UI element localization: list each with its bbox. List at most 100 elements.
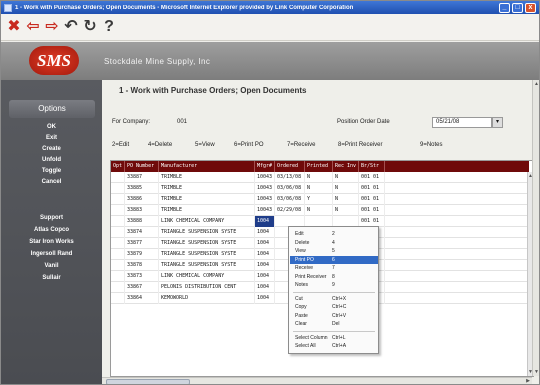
sidebar-item-toggle[interactable]: Toggle — [1, 168, 102, 174]
table-row[interactable]: 33886 TRIMBLE 10043 03/06/08 Y N 001 01 — [111, 194, 529, 205]
menu-item-cut[interactable]: Cut Ctrl+X — [290, 295, 378, 303]
cell-printed: N — [305, 205, 333, 216]
grid-header: Opt PO Number Manufacturer Mfgr# Ordered… — [111, 161, 529, 172]
close-x-icon[interactable]: ✖ — [7, 19, 21, 35]
cell-rec-inv: N — [333, 183, 359, 194]
cell-manufacturer: TRIANGLE SUSPENSION SYSTE — [159, 260, 255, 271]
cell-opt[interactable] — [111, 293, 125, 304]
context-menu: Edit 2 Delete 4 View 5 Print PO 6 Receive 7 Print … — [288, 226, 379, 354]
cell-mfgr: 1004 — [255, 282, 275, 293]
cell-po-number: 33878 — [125, 260, 159, 271]
menu-separator — [293, 330, 375, 332]
cell-manufacturer: PELONIS DISTRIBUTION CENT — [159, 282, 255, 293]
cell-mfgr: 1004 — [255, 293, 275, 304]
cell-opt[interactable] — [111, 227, 125, 238]
column-header-rec-inv[interactable]: Rec Inv — [333, 161, 359, 172]
minimize-button[interactable]: _ — [499, 2, 510, 13]
sidebar-link-star-iron-works[interactable]: Star Iron Works — [1, 239, 102, 245]
cell-opt[interactable] — [111, 271, 125, 282]
cell-printed: N — [305, 172, 333, 183]
cell-opt[interactable] — [111, 172, 125, 183]
cell-opt[interactable] — [111, 249, 125, 260]
cell-opt[interactable] — [111, 216, 125, 227]
column-header-printed[interactable]: Printed — [305, 161, 333, 172]
page-vertical-scrollbar[interactable]: ▲ ▼ — [532, 80, 539, 376]
page-scroll-down-icon[interactable]: ▼ — [534, 369, 539, 375]
close-button[interactable]: x — [525, 2, 536, 13]
cell-br-str: 001 01 — [359, 205, 385, 216]
cell-opt[interactable] — [111, 260, 125, 271]
cell-po-number: 33883 — [125, 205, 159, 216]
column-header-br-str[interactable]: Br/Str — [359, 161, 385, 172]
menu-item-receive[interactable]: Receive 7 — [290, 264, 378, 272]
forward-arrow-icon[interactable]: ⇨ — [45, 19, 59, 35]
back-arrow-icon[interactable]: ⇦ — [26, 19, 40, 35]
menu-item-copy[interactable]: Copy Ctrl+C — [290, 303, 378, 311]
cell-opt[interactable] — [111, 194, 125, 205]
sidebar-item-unfold[interactable]: Unfold — [1, 157, 102, 163]
date-dropdown-button[interactable]: ▾ — [492, 117, 503, 128]
menu-item-edit[interactable]: Edit 2 — [290, 230, 378, 238]
cell-ordered: 03/06/08 — [275, 183, 305, 194]
cell-mfgr: 10043 — [255, 172, 275, 183]
cell-ordered: 03/13/08 — [275, 172, 305, 183]
undo-icon[interactable]: ↶ — [64, 19, 78, 35]
menu-item-view[interactable]: View 5 — [290, 247, 378, 255]
cell-manufacturer: TRIMBLE — [159, 172, 255, 183]
menu-item-label: Print PO — [295, 256, 314, 263]
sidebar-link-ingersoll-rand[interactable]: Ingersoll Rand — [1, 251, 102, 257]
menu-item-label: Cut — [295, 295, 303, 302]
page-horizontal-scrollbar[interactable]: ▶ — [102, 377, 532, 384]
menu-item-clear[interactable]: Clear Del — [290, 320, 378, 328]
order-date-input[interactable]: 05/21/08 — [432, 117, 492, 128]
cell-opt[interactable] — [111, 205, 125, 216]
table-row[interactable]: 33885 TRIMBLE 10043 03/06/08 N N 001 01 — [111, 183, 529, 194]
sidebar-link-vanil[interactable]: Vanil — [1, 263, 102, 269]
sidebar-item-ok[interactable]: OK — [1, 124, 102, 130]
cell-po-number: 33885 — [125, 183, 159, 194]
cell-manufacturer: LINK CHEMICAL COMPANY — [159, 271, 255, 282]
sidebar-item-cancel[interactable]: Cancel — [1, 179, 102, 185]
window-controls: _ □ x — [499, 2, 536, 13]
refresh-icon[interactable]: ↻ — [83, 19, 97, 35]
cell-mfgr: 1004 — [255, 271, 275, 282]
sidebar-link-atlas-copco[interactable]: Atlas Copco — [1, 227, 102, 233]
menu-item-notes[interactable]: Notes 9 — [290, 281, 378, 289]
sidebar-link-sullair[interactable]: Sullair — [1, 275, 102, 281]
sidebar-item-exit[interactable]: Exit — [1, 135, 102, 141]
horizontal-scroll-thumb[interactable] — [106, 379, 190, 384]
menu-item-print-receiver[interactable]: Print Receiver 8 — [290, 273, 378, 281]
page-scroll-up-icon[interactable]: ▲ — [534, 81, 539, 87]
table-row[interactable]: 33887 TRIMBLE 10043 03/13/08 N N 001 01 — [111, 172, 529, 183]
cell-manufacturer: TRIMBLE — [159, 183, 255, 194]
column-header-po-number[interactable]: PO Number — [125, 161, 159, 172]
sidebar-item-create[interactable]: Create — [1, 146, 102, 152]
cell-opt[interactable] — [111, 183, 125, 194]
position-order-date-label: Position Order Date — [337, 119, 390, 125]
help-icon[interactable]: ? — [102, 19, 116, 35]
cell-rec-inv: N — [333, 205, 359, 216]
column-header-ordered[interactable]: Ordered — [275, 161, 305, 172]
table-row[interactable]: 33883 TRIMBLE 10043 02/29/08 N N 001 01 — [111, 205, 529, 216]
menu-item-select-all[interactable]: Select All Ctrl+A — [290, 342, 378, 350]
column-header-manufacturer[interactable]: Manufacturer — [159, 161, 255, 172]
cell-opt[interactable] — [111, 238, 125, 249]
menu-item-label: Notes — [295, 282, 309, 288]
column-header-opt[interactable]: Opt — [111, 161, 125, 172]
page-scroll-right-icon[interactable]: ▶ — [526, 378, 530, 384]
menu-item-select-column[interactable]: Select Column Ctrl+L — [290, 334, 378, 342]
menu-item-shortcut: Ctrl+A — [332, 343, 347, 349]
menu-item-paste[interactable]: Paste Ctrl+V — [290, 312, 378, 320]
menu-item-delete[interactable]: Delete 4 — [290, 239, 378, 247]
cell-mfgr: 10043 — [255, 194, 275, 205]
menu-item-shortcut: 5 — [332, 248, 335, 254]
sidebar: Options OK Exit Create Unfold Toggle Can… — [1, 80, 102, 384]
sidebar-link-support[interactable]: Support — [1, 215, 102, 221]
menu-item-shortcut: 2 — [332, 231, 335, 237]
menu-item-print-po[interactable]: Print PO 6 — [290, 255, 378, 264]
cell-po-number: 33874 — [125, 227, 159, 238]
company-name: Stockdale Mine Supply, Inc — [104, 57, 211, 66]
column-header-mfgr[interactable]: Mfgr# — [255, 161, 275, 172]
cell-opt[interactable] — [111, 282, 125, 293]
maximize-button[interactable]: □ — [512, 2, 523, 13]
